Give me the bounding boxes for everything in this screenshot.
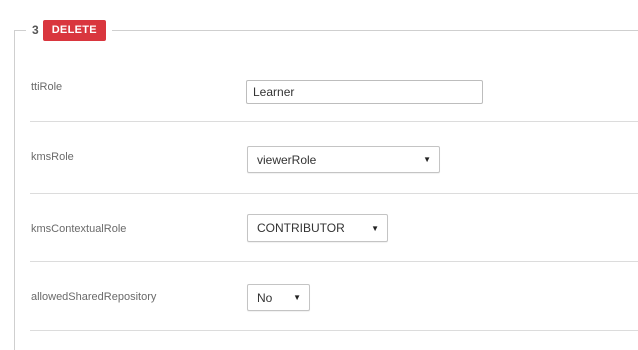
kmsrole-selected-value: viewerRole [257,152,317,167]
row-divider [30,261,638,262]
chevron-down-icon: ▼ [293,293,301,302]
allowedsharedrepository-selected-value: No [257,290,273,305]
chevron-down-icon: ▼ [423,155,431,164]
section-legend: 3 DELETE [26,19,112,41]
kmscontextualrole-select[interactable]: CONTRIBUTOR ▼ [247,214,388,242]
ttirole-label: ttiRole [31,81,63,93]
section-number: 3 [32,23,39,37]
allowedsharedrepository-select[interactable]: No ▼ [247,284,310,311]
allowedsharedrepository-label: allowedSharedRepository [31,291,157,303]
chevron-down-icon: ▼ [371,223,379,233]
row-divider [30,193,638,194]
row-divider [30,121,638,122]
ttirole-input[interactable] [246,80,483,104]
kmscontextualrole-selected-value: CONTRIBUTOR [257,221,345,235]
kmscontextualrole-label: kmsContextualRole [31,223,127,235]
delete-button[interactable]: DELETE [42,19,106,41]
kmsrole-label: kmsRole [31,151,74,163]
row-divider [30,330,638,331]
kmsrole-select[interactable]: viewerRole ▼ [247,146,440,173]
